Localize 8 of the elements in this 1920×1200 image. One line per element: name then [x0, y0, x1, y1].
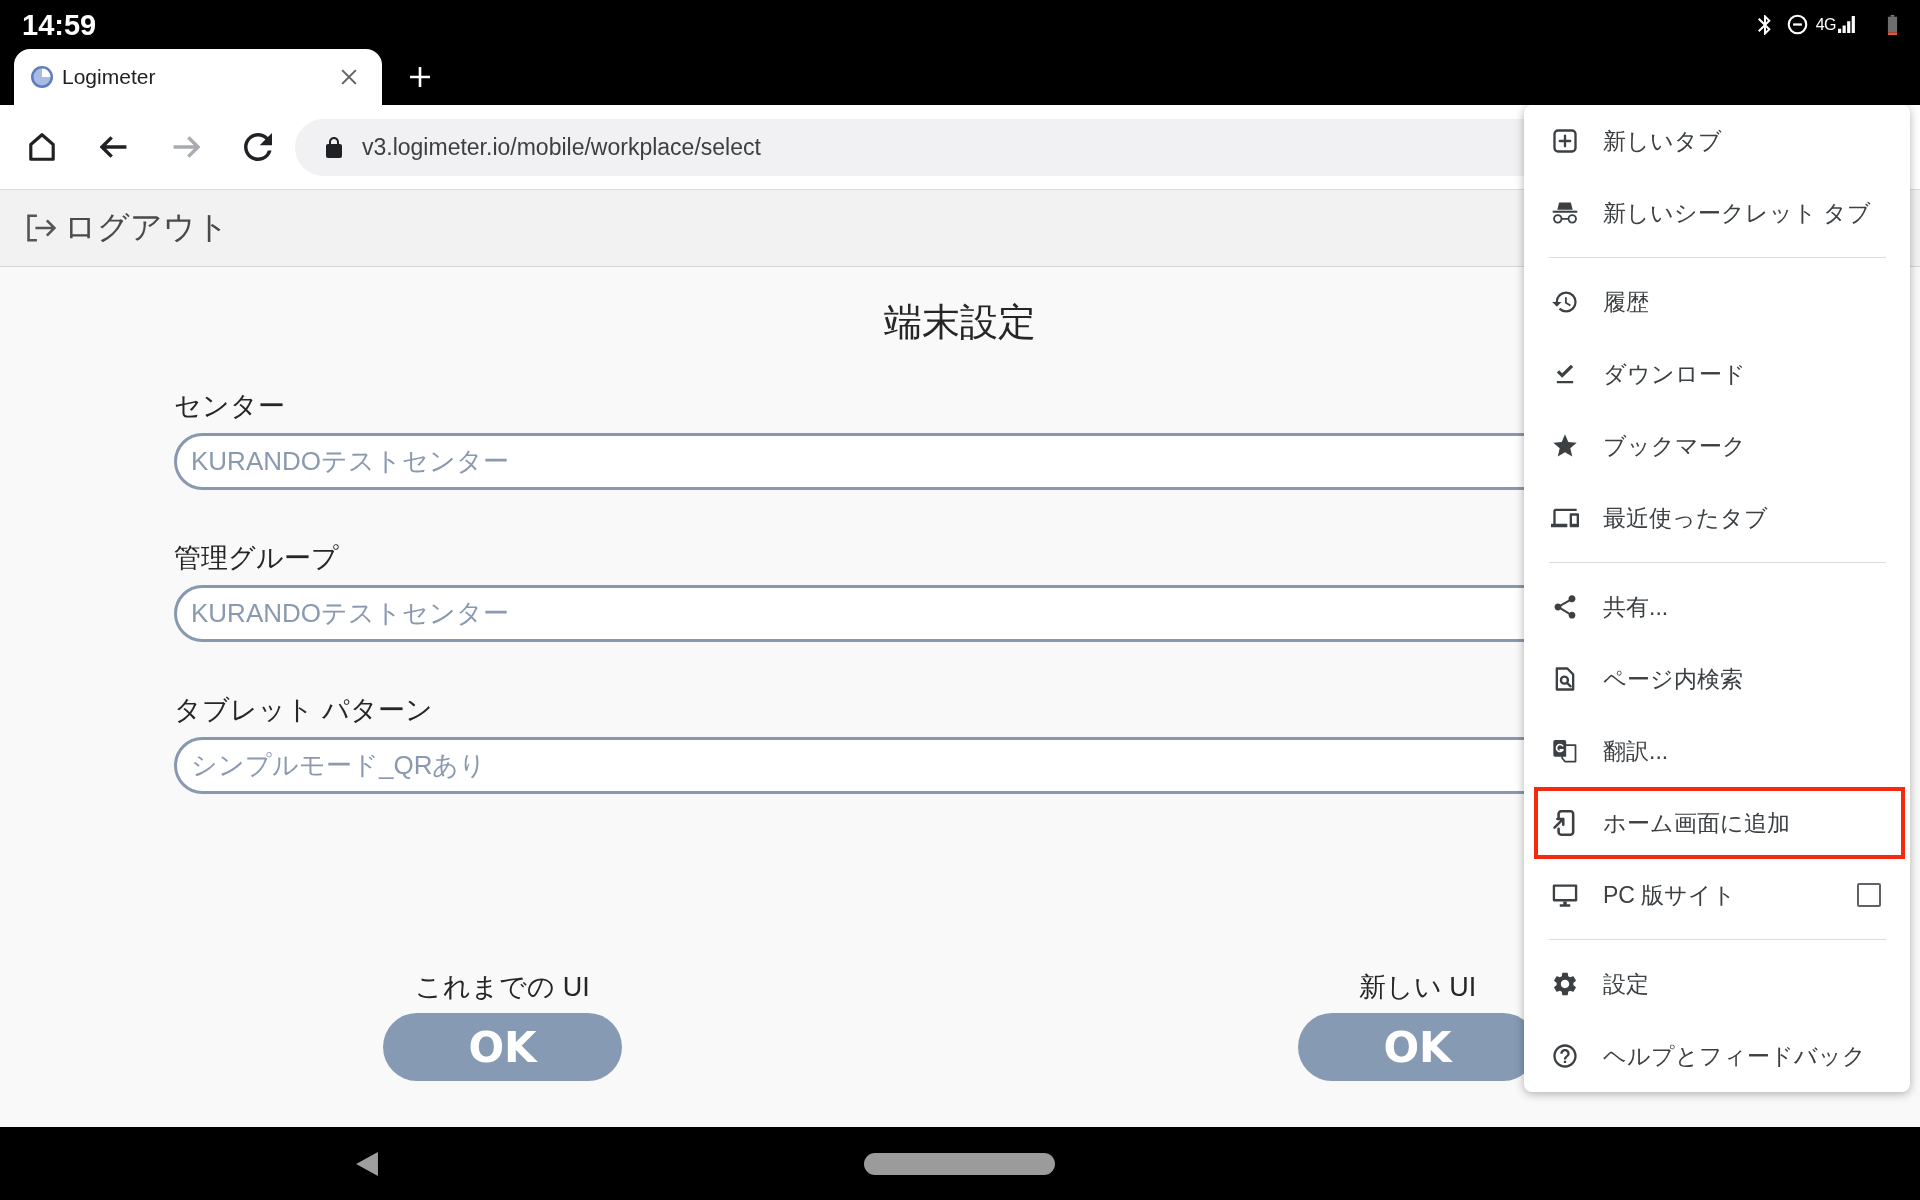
option-caption: これまでの UI: [415, 971, 590, 1004]
field-label: 管理グループ: [174, 542, 339, 575]
field-label: タブレット パターン: [174, 694, 433, 727]
option-caption: 新しい UI: [1358, 971, 1477, 1004]
network-type: 4G: [1815, 15, 1836, 34]
page-title: 端末設定: [884, 300, 1036, 345]
field-label: センター: [174, 390, 285, 423]
status-time: 14:59: [22, 7, 97, 42]
